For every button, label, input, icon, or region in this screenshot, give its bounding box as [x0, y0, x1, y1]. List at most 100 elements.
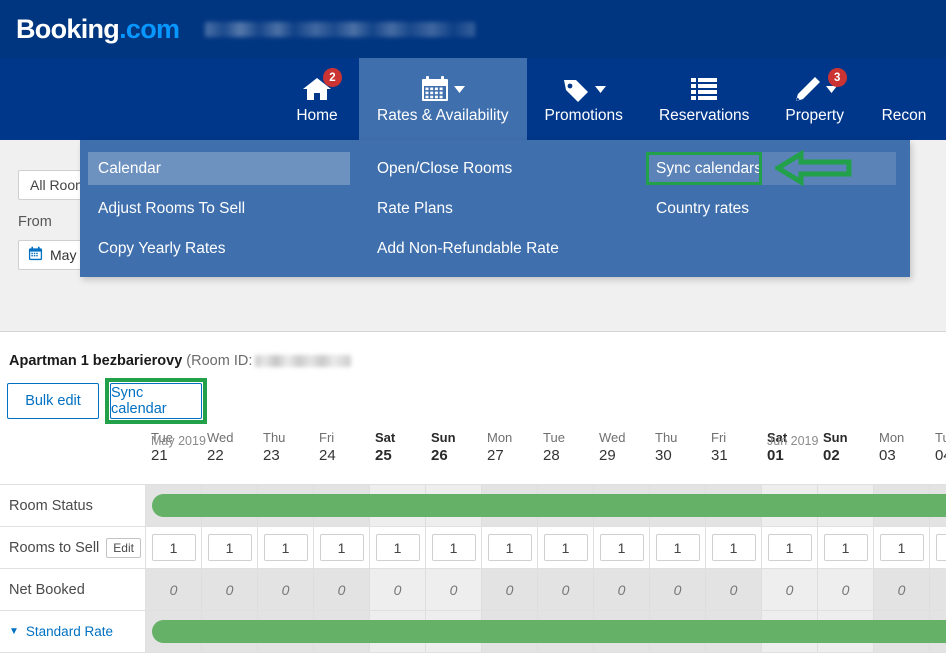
room-name: Apartman 1 bezbarierovy [9, 353, 183, 369]
net-booked-value: 0 [281, 581, 290, 598]
calendar-day-header: Mon 27 [482, 429, 538, 469]
rooms-to-sell-input[interactable]: 1 [319, 534, 364, 561]
day-number: 29 [599, 447, 616, 464]
rooms-to-sell-input[interactable]: 1 [711, 534, 756, 561]
rooms-to-sell-input[interactable]: 1 [543, 534, 588, 561]
day-of-week: Thu [263, 430, 286, 445]
calendar-cell: 0 [650, 569, 706, 610]
net-booked-value: 0 [673, 581, 682, 598]
rooms-to-sell-input[interactable]: 1 [207, 534, 252, 561]
calendar-cell[interactable]: 1 [594, 527, 650, 568]
day-number: 02 [823, 447, 840, 464]
calendar-cell: 0 [930, 569, 946, 610]
calendar-cell: 0 [258, 569, 314, 610]
booking-logo[interactable]: Booking.com [16, 14, 180, 45]
row-label-rooms-to-sell: Rooms to Sell Edit [0, 527, 146, 569]
nav-item-rates-availability[interactable]: Rates & Availability [359, 58, 527, 140]
calendar-cell[interactable]: 1 [930, 527, 946, 568]
rooms-to-sell-input[interactable]: 1 [263, 534, 308, 561]
day-of-week: Mon [879, 430, 905, 445]
rooms-to-sell-input[interactable]: 1 [487, 534, 532, 561]
nav-item-promotions[interactable]: Promotions [527, 58, 641, 140]
day-of-week: Sun [823, 430, 848, 445]
day-number: 28 [543, 447, 560, 464]
calendar-cell[interactable]: 1 [426, 527, 482, 568]
calendar-cell[interactable]: 1 [202, 527, 258, 568]
calendar-cell[interactable]: 1 [370, 527, 426, 568]
nav-badge: 2 [323, 68, 342, 87]
rooms-to-sell-input[interactable]: 1 [375, 534, 420, 561]
availability-bar[interactable] [152, 494, 946, 517]
day-number: 25 [375, 447, 392, 464]
availability-bar[interactable] [152, 620, 946, 643]
calendar-day-header: Fri 31 [706, 429, 762, 469]
net-booked-value: 0 [785, 581, 794, 598]
day-of-week: Wed [207, 430, 234, 445]
menu-item-sync-calendars[interactable]: Sync calendars [646, 152, 896, 185]
calendar-cells [146, 611, 946, 653]
calendar-day-header: Wed 22 [202, 429, 258, 469]
calendar-cell[interactable]: 1 [818, 527, 874, 568]
net-booked-value: 0 [337, 581, 346, 598]
rooms-to-sell-input[interactable]: 1 [655, 534, 700, 561]
menu-item-adjust-rooms-to-sell[interactable]: Adjust Rooms To Sell [88, 192, 350, 225]
net-booked-value: 0 [449, 581, 458, 598]
main-navigation: 2 Home Rates & Availability Promotions Reser… [0, 58, 946, 140]
brand-header: Booking.com [0, 0, 946, 58]
nav-item-recon[interactable]: Recon [862, 58, 946, 140]
chevron-down-icon [453, 85, 465, 93]
rooms-to-sell-input[interactable]: 1 [151, 534, 196, 561]
calendar-day-header: Fri 24 [314, 429, 370, 469]
net-booked-value: 0 [225, 581, 234, 598]
rooms-to-sell-input[interactable]: 1 [599, 534, 644, 561]
menu-item-calendar[interactable]: Calendar [88, 152, 350, 185]
nav-item-label: Rates & Availability [377, 107, 509, 124]
nav-item-reservations[interactable]: Reservations [641, 58, 767, 140]
calendar-day-header: Sun 02 [818, 429, 874, 469]
rooms-to-sell-input[interactable]: 1 [879, 534, 924, 561]
menu-item-country-rates[interactable]: Country rates [646, 192, 896, 225]
nav-item-home[interactable]: 2 Home [275, 58, 359, 140]
day-of-week: Mon [487, 430, 513, 445]
calendar-cell[interactable]: 1 [762, 527, 818, 568]
rooms-to-sell-input[interactable]: 1 [935, 534, 946, 561]
nav-item-property[interactable]: 3 Property [767, 58, 862, 140]
menu-item-label: Adjust Rooms To Sell [98, 199, 246, 217]
rooms-to-sell-input[interactable]: 1 [431, 534, 476, 561]
calendar-cell[interactable]: 1 [650, 527, 706, 568]
dropdown-column-2: Open/Close Rooms Rate Plans Add Non-Refund… [367, 152, 629, 272]
net-booked-value: 0 [393, 581, 402, 598]
sync-calendar-label: Sync calendar [111, 385, 167, 417]
rooms-to-sell-input[interactable]: 1 [767, 534, 812, 561]
rooms-to-sell-input[interactable]: 1 [823, 534, 868, 561]
rooms-to-sell-edit-button[interactable]: Edit [106, 537, 141, 558]
menu-item-rate-plans[interactable]: Rate Plans [367, 192, 629, 225]
day-of-week: Sat [375, 430, 396, 445]
menu-item-open-close-rooms[interactable]: Open/Close Rooms [367, 152, 629, 185]
room-title: Apartman 1 bezbarierovy (Room ID: [9, 353, 352, 369]
calendar-cell[interactable]: 1 [706, 527, 762, 568]
availability-calendar: Tue 21 Wed 22 Thu 23 Fri 24 Sat 25 Sun 26 Mon 27 Tue 28… [0, 429, 946, 656]
calendar-cell: 0 [818, 569, 874, 610]
calendar-cell[interactable]: 1 [482, 527, 538, 568]
menu-item-label: Add Non-Refundable Rate [377, 239, 559, 257]
menu-item-add-non-refundable-rate[interactable]: Add Non-Refundable Rate [367, 232, 629, 265]
calendar-cell[interactable]: 1 [314, 527, 370, 568]
menu-item-copy-yearly-rates[interactable]: Copy Yearly Rates [88, 232, 350, 265]
calendar-cell[interactable]: 1 [874, 527, 930, 568]
calendar-row: Rooms to SellEdit111111111111111 [0, 527, 946, 569]
net-booked-value: 0 [729, 581, 738, 598]
calendar-cell: 0 [426, 569, 482, 610]
calendar-cell[interactable]: 1 [258, 527, 314, 568]
day-of-week: Sun [431, 430, 456, 445]
calendar-header: Tue 21 Wed 22 Thu 23 Fri 24 Sat 25 Sun 26 Mon 27 Tue 28… [0, 429, 946, 485]
day-number: 23 [263, 447, 280, 464]
day-of-week: Wed [599, 430, 626, 445]
bulk-edit-button[interactable]: Bulk edit [7, 383, 99, 419]
row-label-standard-rate[interactable]: ▼ Standard Rate [0, 611, 146, 653]
sync-calendar-button[interactable]: Sync calendar [110, 383, 202, 419]
rates-availability-dropdown: Calendar Adjust Rooms To Sell Copy Yearly … [80, 140, 910, 277]
dropdown-column-3: Sync calendars Country rates [646, 152, 896, 232]
calendar-cell[interactable]: 1 [146, 527, 202, 568]
calendar-cell[interactable]: 1 [538, 527, 594, 568]
